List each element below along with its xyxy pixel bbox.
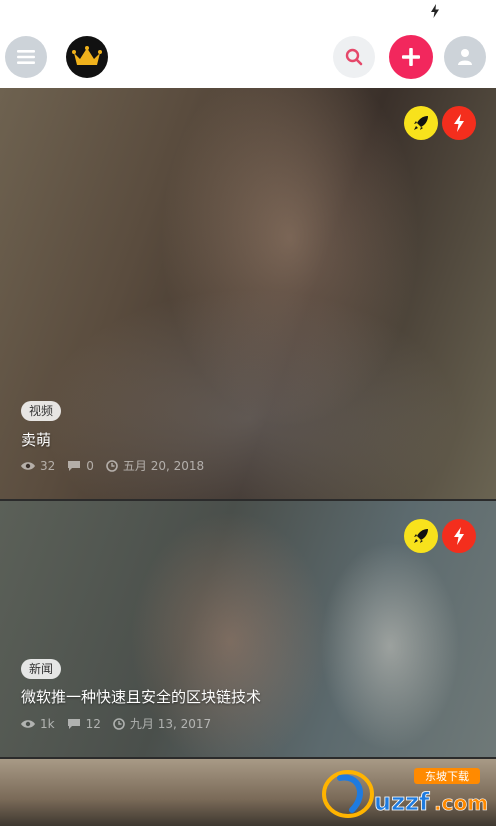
svg-text:东坡下载: 东坡下载	[425, 770, 469, 783]
comments-count: 12	[67, 716, 101, 732]
category-tag[interactable]: 新闻	[21, 659, 62, 679]
crown-icon	[72, 46, 102, 65]
rocket-icon	[414, 116, 428, 130]
search-icon	[345, 48, 363, 66]
watermark-logo: 东坡下载 uzzf .com	[322, 768, 488, 818]
post-image-detail	[320, 541, 460, 751]
post-badges	[404, 106, 476, 140]
svg-text:.com: .com	[434, 791, 488, 815]
bolt-icon	[454, 527, 464, 545]
bolt-icon	[454, 114, 464, 132]
charging-icon	[431, 4, 439, 18]
category-tag[interactable]: 视频	[21, 401, 62, 421]
post-date: 五月 20, 2018	[106, 458, 204, 474]
views-count: 1k	[21, 716, 55, 732]
rocket-badge[interactable]	[404, 519, 438, 553]
rocket-badge[interactable]	[404, 106, 438, 140]
comments-count: 0	[67, 458, 94, 474]
user-icon	[458, 49, 472, 65]
user-button[interactable]	[444, 36, 486, 78]
post-card[interactable]: 新闻 微软推一种快速且安全的区块链技术 1k 12 九月 13, 2017	[0, 501, 496, 757]
post-title[interactable]: 微软推一种快速且安全的区块链技术	[21, 687, 261, 707]
app-bar	[0, 22, 496, 88]
rocket-icon	[414, 529, 428, 543]
post-date: 九月 13, 2017	[113, 716, 211, 732]
comment-icon	[68, 461, 81, 471]
post-badges	[404, 519, 476, 553]
menu-icon	[17, 50, 35, 64]
clock-icon	[113, 718, 125, 730]
post-meta: 32 0 五月 20, 2018	[21, 458, 216, 474]
plus-icon	[402, 48, 420, 66]
hot-badge[interactable]	[442, 106, 476, 140]
eye-icon	[21, 720, 35, 728]
hot-badge[interactable]	[442, 519, 476, 553]
eye-icon	[21, 462, 35, 470]
menu-button[interactable]	[5, 36, 47, 78]
views-count: 32	[21, 458, 55, 474]
comment-icon	[67, 719, 80, 729]
post-title[interactable]: 卖萌	[21, 430, 51, 450]
search-button[interactable]	[333, 36, 375, 78]
svg-text:uzzf: uzzf	[374, 788, 430, 816]
status-bar	[0, 0, 496, 22]
logo[interactable]	[66, 36, 108, 78]
clock-icon	[106, 460, 118, 472]
post-meta: 1k 12 九月 13, 2017	[21, 716, 223, 732]
post-card[interactable]: 视频 卖萌 32 0 五月 20, 2018	[0, 88, 496, 499]
add-post-button[interactable]	[389, 35, 433, 79]
